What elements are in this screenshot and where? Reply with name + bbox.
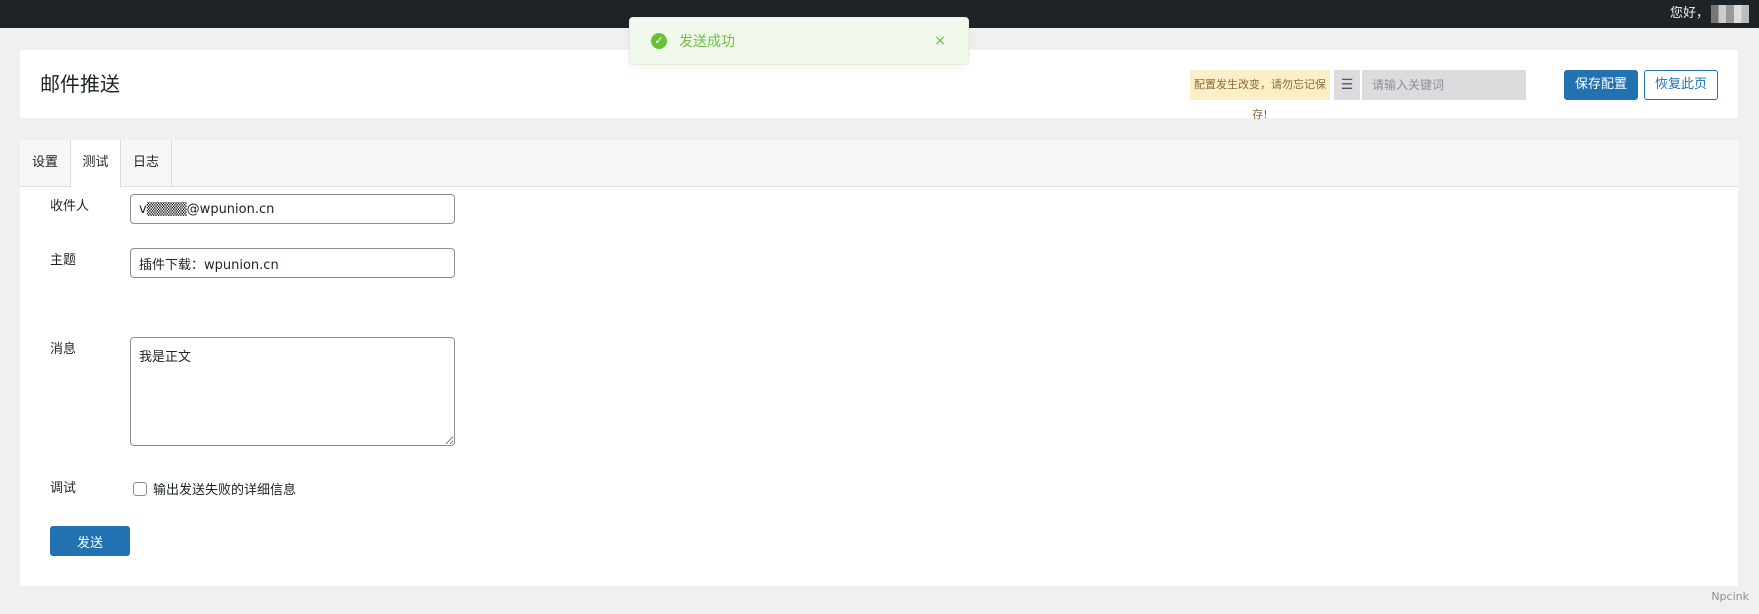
tab-bar: 设置 测试 日志 [20, 140, 1738, 188]
subject-input[interactable] [130, 248, 455, 278]
footer-brand: Npcink [1711, 590, 1749, 603]
save-config-button[interactable]: 保存配置 [1564, 70, 1638, 100]
debug-option[interactable]: 输出发送失败的详细信息 [133, 479, 296, 498]
indent-icon[interactable]: ☰ [1334, 70, 1360, 100]
recipient-input[interactable] [130, 194, 455, 224]
tab-log[interactable]: 日志 [121, 140, 172, 187]
avatar[interactable] [1711, 5, 1749, 23]
greeting-text[interactable]: 您好， [1670, 0, 1709, 28]
tab-test[interactable]: 测试 [70, 140, 121, 188]
tab-settings[interactable]: 设置 [20, 140, 70, 187]
main-panel: 设置 测试 日志 收件人 主题 消息 我是正文 调试 输出发送失败的详细信息 发… [20, 140, 1738, 586]
check-circle-icon: ✓ [651, 33, 667, 49]
debug-label: 调试 [50, 481, 77, 496]
recipient-label: 收件人 [50, 199, 90, 214]
toast-message: 发送成功 [679, 34, 735, 50]
debug-checkbox[interactable] [133, 481, 147, 496]
unsaved-notice: 配置发生改变，请勿忘记保存! [1190, 70, 1330, 121]
page-title: 邮件推送 [40, 72, 120, 96]
debug-option-label: 输出发送失败的详细信息 [153, 483, 297, 498]
success-toast: ✓ 发送成功 × [629, 17, 969, 65]
message-textarea[interactable]: 我是正文 [130, 337, 455, 446]
message-label: 消息 [50, 342, 77, 357]
reset-page-button[interactable]: 恢复此页 [1644, 70, 1718, 100]
send-button[interactable]: 发送 [50, 526, 130, 556]
close-icon[interactable]: × [934, 33, 946, 49]
subject-label: 主题 [50, 253, 77, 268]
search-input[interactable] [1362, 70, 1526, 100]
